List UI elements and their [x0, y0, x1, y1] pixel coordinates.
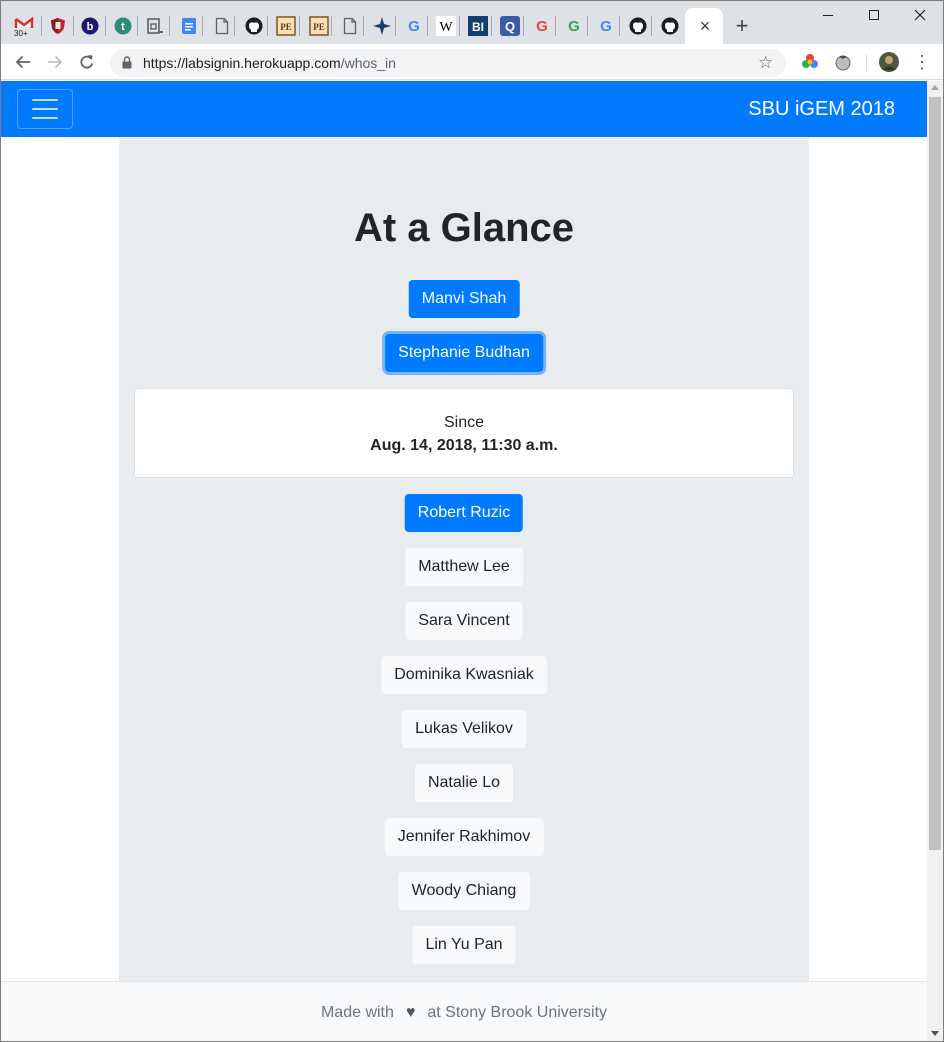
address-bar[interactable]: https://labsignin.herokuapp.com/whos_in …	[110, 49, 786, 77]
google-icon[interactable]: G	[594, 14, 618, 38]
person-button-natalie-lo[interactable]: Natalie Lo	[414, 764, 514, 802]
person-button-matthew-lee[interactable]: Matthew Lee	[405, 548, 523, 586]
github-icon[interactable]	[658, 14, 682, 38]
url-host: https://labsignin.herokuapp.com	[143, 55, 341, 71]
person-button-manvi-shah[interactable]: Manvi Shah	[408, 280, 520, 318]
gmail-icon[interactable]: 30+	[12, 14, 36, 38]
svg-text:G: G	[568, 18, 580, 35]
forward-icon[interactable]	[43, 50, 67, 74]
footer-text: Made with ♥ at Stony Brook University	[1, 1002, 927, 1024]
svg-text:BI: BI	[472, 20, 484, 34]
google-icon[interactable]: G	[402, 14, 426, 38]
url-path: /whos_in	[340, 55, 396, 71]
person-button-lukas-velikov[interactable]: Lukas Velikov	[402, 710, 526, 748]
top-navbar: SBU iGEM 2018	[1, 81, 927, 137]
bi-icon[interactable]: BI	[466, 14, 490, 38]
scroll-up-arrow-icon[interactable]	[931, 85, 939, 90]
back-icon[interactable]	[11, 50, 35, 74]
t-circle-icon[interactable]: t	[111, 14, 135, 38]
since-timestamp: Aug. 14, 2018, 11:30 a.m.	[370, 437, 558, 454]
page-title: At a Glance	[353, 206, 575, 250]
person-button-lin-yu-pan[interactable]: Lin Yu Pan	[412, 926, 516, 964]
person-button-stephanie-budhan[interactable]: Stephanie Budhan	[385, 334, 543, 372]
browser-menu-icon[interactable]: ⋮	[913, 50, 931, 74]
pe-icon[interactable]: PE	[274, 14, 298, 38]
classroom-icon[interactable]	[143, 14, 167, 38]
star-sparkle-icon[interactable]	[370, 14, 394, 38]
blank-page-icon[interactable]	[338, 14, 362, 38]
tab-strip: 30+ b t PE PE G W BI Q G G G × +	[0, 0, 944, 44]
scroll-thumb[interactable]	[929, 97, 941, 850]
person-button-jennifer-rakhimov[interactable]: Jennifer Rakhimov	[384, 818, 544, 856]
google-icon[interactable]: G	[530, 14, 554, 38]
svg-text:G: G	[536, 18, 548, 35]
svg-text:PE: PE	[313, 22, 325, 32]
svg-text:G: G	[408, 18, 420, 35]
detail-card: Since Aug. 14, 2018, 11:30 a.m.	[134, 388, 794, 478]
github-icon[interactable]	[242, 14, 266, 38]
heart-icon: ♥	[405, 1004, 416, 1021]
shield-icon[interactable]	[46, 14, 70, 38]
svg-text:30+: 30+	[14, 29, 28, 37]
pe-icon[interactable]: PE	[307, 14, 331, 38]
quizlet-icon[interactable]: Q	[498, 14, 522, 38]
page-scrollbar[interactable]	[927, 81, 943, 1042]
wikipedia-icon[interactable]: W	[434, 14, 458, 38]
person-button-robert-ruzic[interactable]: Robert Ruzic	[404, 494, 524, 532]
maximize-icon[interactable]	[859, 4, 889, 26]
profile-avatar-icon[interactable]	[878, 51, 900, 73]
minimize-icon[interactable]	[813, 4, 843, 26]
svg-text:Q: Q	[505, 19, 515, 34]
google-docs-icon[interactable]	[177, 14, 201, 38]
github-icon[interactable]	[626, 14, 650, 38]
svg-text:G: G	[600, 18, 612, 35]
b-circle-icon[interactable]: b	[78, 14, 102, 38]
person-button-sara-vincent[interactable]: Sara Vincent	[405, 602, 523, 640]
svg-text:PE: PE	[280, 22, 292, 32]
footer-university: at Stony Brook University	[427, 1004, 608, 1021]
new-tab-icon[interactable]: +	[731, 14, 753, 38]
close-tab-icon[interactable]: ×	[696, 16, 714, 36]
svg-text:t: t	[121, 21, 125, 33]
person-button-woody-chiang[interactable]: Woody Chiang	[398, 872, 530, 910]
svg-text:W: W	[439, 20, 453, 35]
since-label: Since	[443, 414, 485, 431]
tomato-extension-icon[interactable]	[832, 51, 854, 73]
reload-icon[interactable]	[75, 50, 99, 74]
jumbotron: At a Glance Manvi Shah Stephanie Budhan …	[119, 137, 809, 981]
lock-icon[interactable]	[122, 56, 132, 69]
svg-text:b: b	[87, 21, 94, 33]
bookmark-star-icon[interactable]: ☆	[758, 52, 773, 74]
footer-made-with: Made with	[320, 1004, 394, 1021]
person-button-dominika-kwasniak[interactable]: Dominika Kwasniak	[381, 656, 547, 694]
blank-page-icon[interactable]	[210, 14, 234, 38]
google-icon[interactable]: G	[562, 14, 586, 38]
browser-toolbar: https://labsignin.herokuapp.com/whos_in …	[0, 44, 944, 80]
window-close-icon[interactable]	[905, 4, 935, 26]
color-wheel-extension-icon[interactable]	[799, 51, 821, 73]
navbar-brand[interactable]: SBU iGEM 2018	[748, 97, 895, 121]
navbar-toggle-icon[interactable]	[17, 89, 73, 129]
footer: Made with ♥ at Stony Brook University	[1, 981, 927, 1042]
scroll-down-arrow-icon[interactable]	[931, 1031, 939, 1036]
url-text[interactable]: https://labsignin.herokuapp.com/whos_in	[143, 54, 396, 72]
